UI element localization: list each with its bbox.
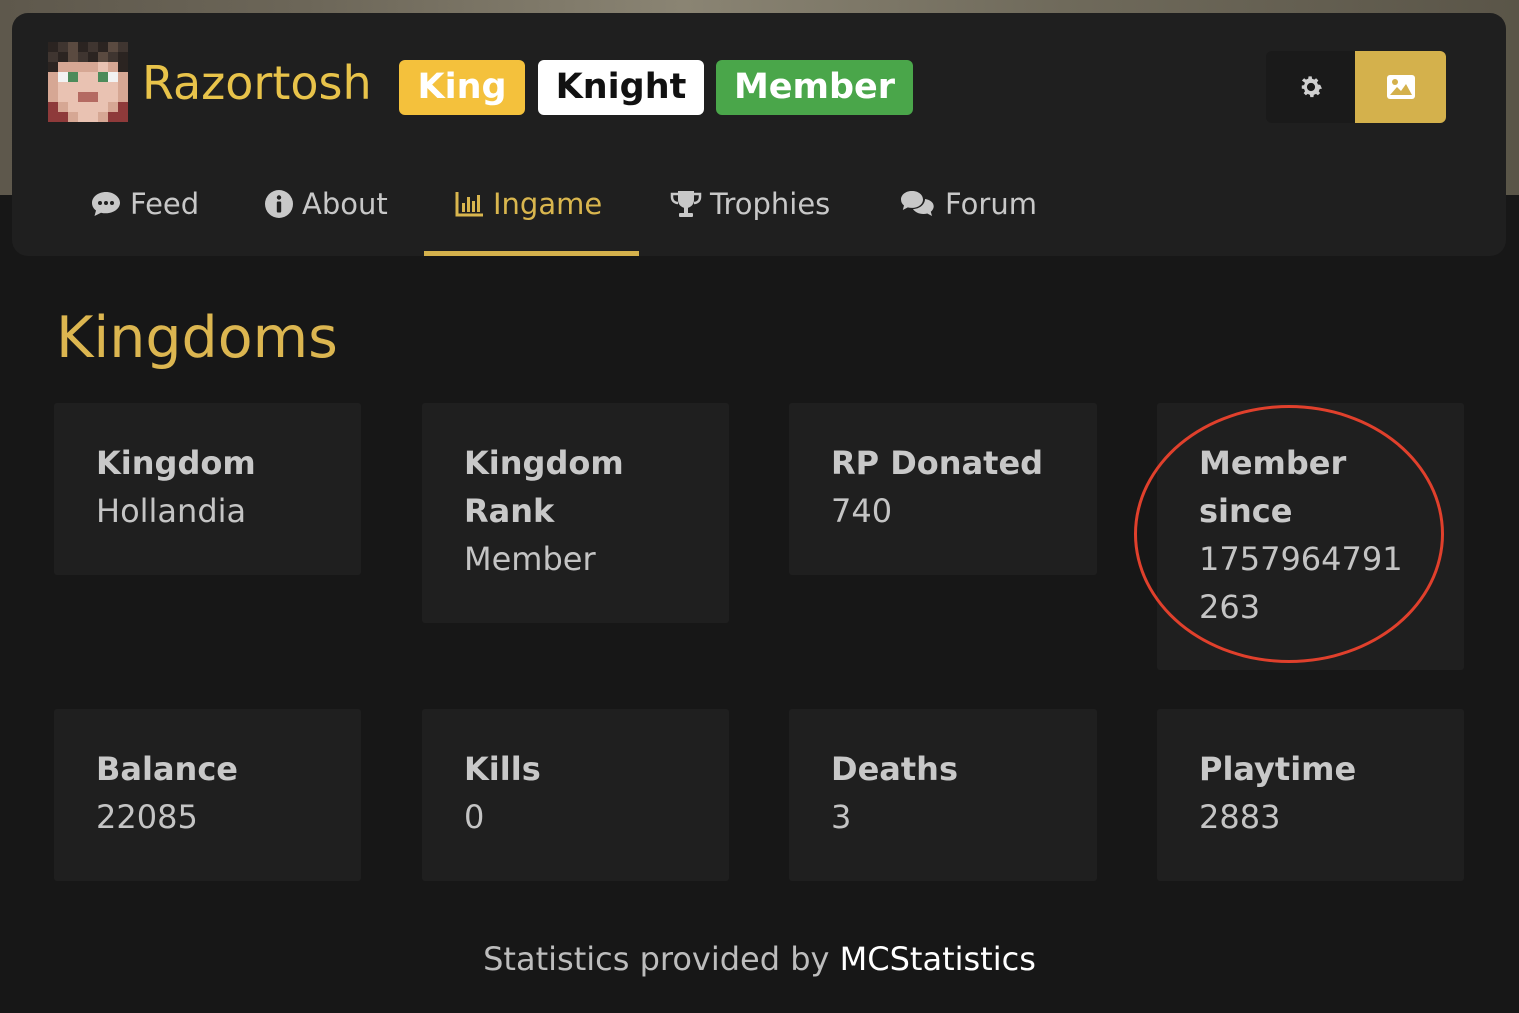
stat-card-playtime: Playtime 2883 xyxy=(1157,709,1464,881)
change-banner-button[interactable] xyxy=(1355,51,1446,123)
stat-value: Hollandia xyxy=(96,492,247,530)
stat-value: 3 xyxy=(831,798,852,836)
footer-text: Statistics provided by xyxy=(483,940,840,978)
stat-value: 22085 xyxy=(96,798,198,836)
tab-forum[interactable]: Forum xyxy=(899,180,1037,228)
stat-card-balance: Balance 22085 xyxy=(54,709,361,881)
profile-username: Razortosh xyxy=(142,56,372,110)
tab-forum-label: Forum xyxy=(945,187,1037,221)
stat-card-member-since: Member since 1757964791263 xyxy=(1157,403,1464,670)
tab-trophies[interactable]: Trophies xyxy=(670,180,830,228)
trophy-icon xyxy=(670,191,702,217)
stat-card-kills: Kills 0 xyxy=(422,709,729,881)
stat-card-kingdom-rank: Kingdom Rank Member xyxy=(422,403,729,623)
stat-label: Member since xyxy=(1199,444,1347,530)
stat-card-deaths: Deaths 3 xyxy=(789,709,1097,881)
image-icon xyxy=(1386,75,1415,99)
tab-feed-label: Feed xyxy=(130,187,200,221)
info-circle-icon xyxy=(265,190,293,218)
tab-about[interactable]: About xyxy=(264,180,388,228)
stat-value: 0 xyxy=(464,798,485,836)
section-title: Kingdoms xyxy=(56,305,338,371)
bar-chart-icon xyxy=(455,192,483,217)
tab-ingame[interactable]: Ingame xyxy=(455,180,602,228)
stat-label: Playtime xyxy=(1199,750,1357,788)
tab-ingame-label: Ingame xyxy=(493,187,603,221)
avatar xyxy=(48,42,128,122)
stat-value: 740 xyxy=(831,492,893,530)
stat-label: Deaths xyxy=(831,750,958,788)
stat-value: 2883 xyxy=(1199,798,1281,836)
gear-icon xyxy=(1301,76,1322,98)
footer: Statistics provided by MCStatistics xyxy=(0,936,1519,982)
tab-feed[interactable]: Feed xyxy=(90,180,199,228)
tab-trophies-label: Trophies xyxy=(710,187,831,221)
stat-card-kingdom: Kingdom Hollandia xyxy=(54,403,361,575)
settings-button[interactable] xyxy=(1266,51,1355,123)
stat-value: 1757964791263 xyxy=(1199,540,1403,626)
tab-about-label: About xyxy=(302,187,388,221)
stat-value: Member xyxy=(464,540,596,578)
stat-label: Kills xyxy=(464,750,541,788)
comment-dots-icon xyxy=(92,192,120,216)
stat-label: Balance xyxy=(96,750,238,788)
active-tab-indicator xyxy=(424,251,639,256)
stat-label: Kingdom Rank xyxy=(464,444,624,530)
stat-label: RP Donated xyxy=(831,444,1044,482)
comments-icon xyxy=(901,191,934,216)
badge-king: King xyxy=(399,60,525,115)
mcstatistics-link[interactable]: MCStatistics xyxy=(840,940,1036,978)
stat-card-rp-donated: RP Donated 740 xyxy=(789,403,1097,575)
stat-label: Kingdom xyxy=(96,444,256,482)
badge-knight: Knight xyxy=(538,60,704,115)
badge-member: Member xyxy=(716,60,913,115)
